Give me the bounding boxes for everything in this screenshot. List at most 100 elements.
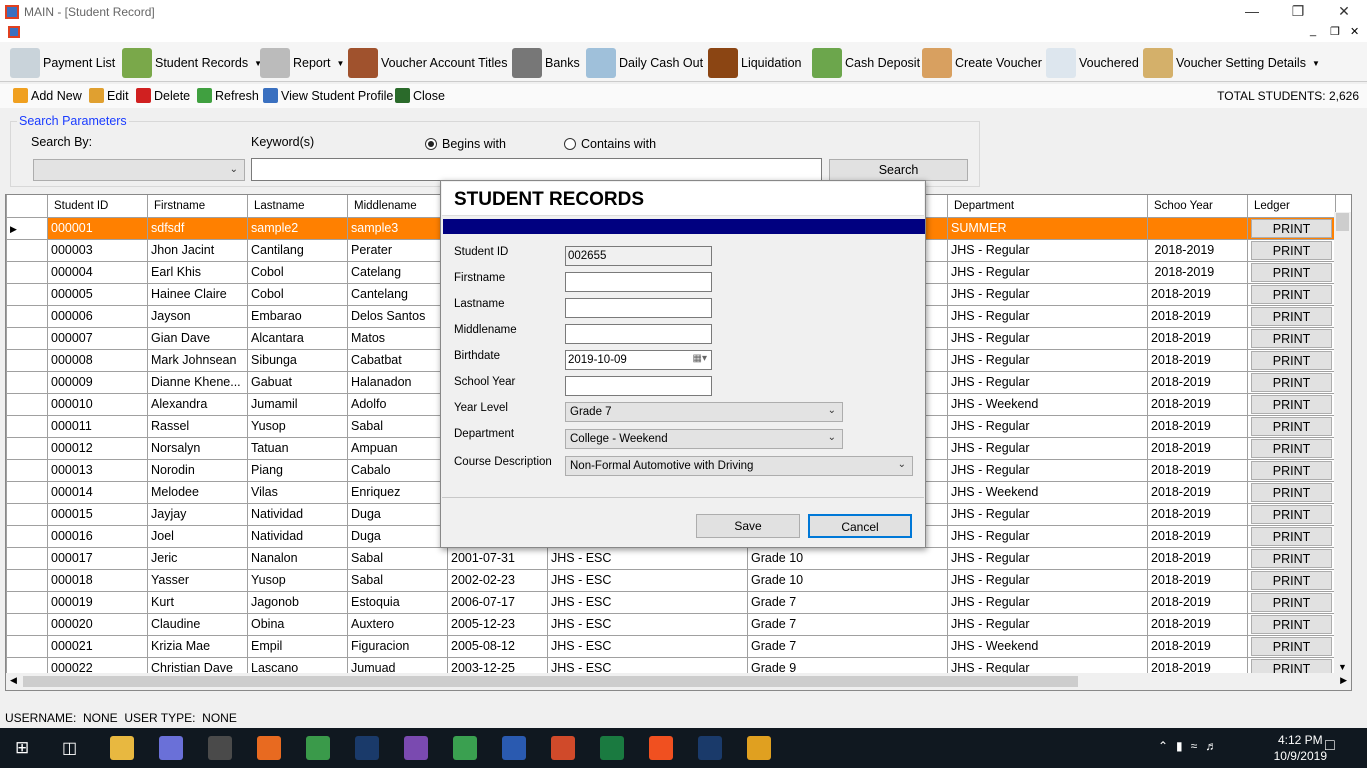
toolbar-daily-cash-out-button[interactable]: Daily Cash Out [586,46,703,80]
column-header[interactable]: Ledger [1247,195,1336,218]
scroll-left-icon[interactable]: ◀ [10,675,17,686]
table-cell[interactable]: Nanalon [247,546,348,570]
table-cell[interactable]: 2018-2019 [1147,304,1248,328]
table-cell[interactable]: JHS - Regular [947,568,1148,592]
toolbar-vouchered-button[interactable]: Vouchered [1046,46,1139,80]
table-cell[interactable]: Grade 10 [747,568,948,592]
table-cell[interactable]: Sibunga [247,348,348,372]
table-cell[interactable]: 2018-2019 [1147,634,1248,658]
table-cell[interactable]: Matos [347,326,448,350]
search-button[interactable]: Search [829,159,968,181]
table-cell[interactable]: Cabatbat [347,348,448,372]
table-cell[interactable]: Kurt [147,590,248,614]
table-cell[interactable]: Alcantara [247,326,348,350]
table-cell[interactable]: Sabal [347,568,448,592]
chrome-icon[interactable] [306,736,330,760]
save-button[interactable]: Save [696,514,800,538]
windows-start-icon[interactable]: ⊞ [15,739,29,756]
table-cell[interactable] [1147,216,1248,240]
row-header[interactable]: ▶ [6,216,48,240]
table-cell[interactable]: Joel [147,524,248,548]
table-cell[interactable]: JHS - Regular [947,502,1148,526]
table-cell[interactable]: 2018-2019 [1147,590,1248,614]
infinity-app-icon[interactable] [159,736,183,760]
column-header[interactable]: Schoo Year [1147,195,1248,218]
table-cell[interactable]: Gabuat [247,370,348,394]
table-cell[interactable]: Jeric [147,546,248,570]
table-cell[interactable]: Estoquia [347,590,448,614]
row-header[interactable] [6,458,48,482]
row-header[interactable] [6,238,48,262]
table-cell[interactable]: 000021 [47,634,148,658]
print-ledger-button[interactable]: PRINT [1251,482,1332,502]
department-select[interactable]: College - Weekend ⌄ [565,429,843,449]
print-ledger-button[interactable]: PRINT [1251,240,1332,260]
word-icon[interactable] [502,736,526,760]
edit-button[interactable]: Edit [89,88,129,103]
table-cell[interactable]: Rassel [147,414,248,438]
table-cell[interactable]: 2018-2019 [1147,370,1248,394]
table-cell[interactable]: Enriquez [347,480,448,504]
row-header[interactable] [6,260,48,284]
table-cell[interactable]: Norsalyn [147,436,248,460]
table-cell[interactable]: 2018-2019 [1147,282,1248,306]
vertical-scrollbar[interactable]: ▼ [1334,212,1351,674]
row-header[interactable] [6,634,48,658]
table-cell[interactable]: JHS - ESC [547,612,748,636]
row-header[interactable] [6,546,48,570]
table-cell[interactable]: Catelang [347,260,448,284]
table-cell[interactable]: 2018-2019 [1147,458,1248,482]
tor-browser-icon[interactable] [404,736,428,760]
print-ledger-button[interactable]: PRINT [1251,614,1332,634]
table-cell[interactable]: Cobol [247,260,348,284]
toolbar-create-voucher-button[interactable]: Create Voucher [922,46,1042,80]
print-ledger-button[interactable]: PRINT [1251,592,1332,612]
table-cell[interactable]: 2018-2019 [1147,238,1248,262]
column-header[interactable]: Firstname [147,195,248,218]
table-cell[interactable]: JHS - ESC [547,590,748,614]
table-cell[interactable]: sample3 [347,216,448,240]
table-cell[interactable]: Gian Dave [147,326,248,350]
table-cell[interactable]: Delos Santos [347,304,448,328]
table-cell[interactable]: 2018-2019 [1147,348,1248,372]
table-cell[interactable]: Piang [247,458,348,482]
view-student-profile-button[interactable]: View Student Profile [263,88,393,103]
table-cell[interactable]: Grade 7 [747,612,948,636]
table-cell[interactable]: JHS - Regular [947,436,1148,460]
table-cell[interactable]: JHS - Regular [947,458,1148,482]
table-cell[interactable]: 000007 [47,326,148,350]
scroll-right-icon[interactable]: ▶ [1340,675,1347,686]
table-cell[interactable]: 000018 [47,568,148,592]
row-header[interactable] [6,612,48,636]
table-cell[interactable]: JHS - Regular [947,370,1148,394]
table-cell[interactable]: 2018-2019 [1147,524,1248,548]
table-cell[interactable]: 2018-2019 [1147,568,1248,592]
table-cell[interactable]: 000010 [47,392,148,416]
print-ledger-button[interactable]: PRINT [1251,218,1332,238]
table-cell[interactable]: Hainee Claire [147,282,248,306]
firstname-input[interactable] [565,272,712,292]
table-cell[interactable]: Natividad [247,502,348,526]
print-ledger-button[interactable]: PRINT [1251,394,1332,414]
photoshop-icon-2[interactable] [698,736,722,760]
table-cell[interactable]: Sabal [347,546,448,570]
table-cell[interactable]: 000004 [47,260,148,284]
table-cell[interactable]: 2018-2019 [1147,392,1248,416]
print-ledger-button[interactable]: PRINT [1251,548,1332,568]
print-ledger-button[interactable]: PRINT [1251,504,1332,524]
table-cell[interactable]: JHS - Regular [947,348,1148,372]
table-cell[interactable]: 2018-2019 [1147,546,1248,570]
toolbar-report-button[interactable]: Report ▼ [260,46,344,80]
table-row[interactable]: 000019 Kurt Jagonob Estoquia 2006-07-17 JHS -… [6,590,1336,614]
table-cell[interactable]: JHS - Weekend [947,392,1148,416]
table-cell[interactable]: Halanadon [347,370,448,394]
table-cell[interactable]: JHS - Regular [947,326,1148,350]
scroll-down-icon[interactable]: ▼ [1338,662,1347,672]
table-cell[interactable]: 000003 [47,238,148,262]
print-ledger-button[interactable]: PRINT [1251,636,1332,656]
contains-with-radio[interactable]: Contains with [564,137,656,151]
task-view-icon[interactable]: ◫ [62,738,77,758]
table-cell[interactable]: 000020 [47,612,148,636]
table-cell[interactable]: 000005 [47,282,148,306]
table-cell[interactable]: Norodin [147,458,248,482]
